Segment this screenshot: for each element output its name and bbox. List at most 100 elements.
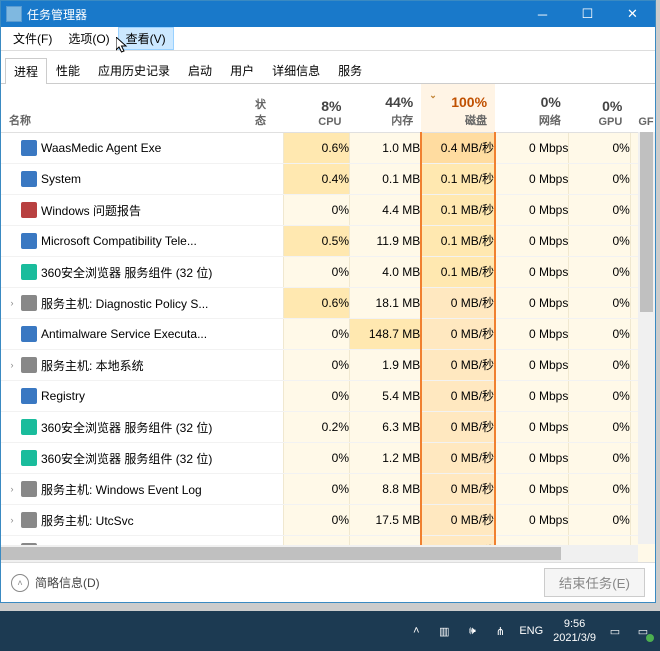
minimize-button[interactable]: ─ — [520, 1, 565, 27]
disk-cell: 0.4 MB/秒 — [421, 133, 495, 164]
cpu-cell: 0% — [284, 443, 350, 474]
process-row[interactable]: WaasMedic Agent Exe0.6%1.0 MB0.4 MB/秒0 M… — [1, 133, 655, 164]
chevron-up-icon: ˄ — [11, 574, 29, 592]
net-cell: 0 Mbps — [495, 505, 569, 536]
fewer-details-button[interactable]: ˄ 简略信息(D) — [11, 574, 100, 592]
process-name: 服务主机: UtcSvc — [41, 512, 134, 529]
expand-icon[interactable]: › — [7, 360, 17, 370]
maximize-button[interactable]: ☐ — [565, 1, 610, 27]
battery-icon[interactable]: ▥ — [435, 622, 453, 640]
wifi-icon[interactable]: ⋔ — [491, 622, 509, 640]
menu-options[interactable]: 选项(O) — [60, 27, 117, 50]
process-row[interactable]: Windows 问题报告0%4.4 MB0.1 MB/秒0 Mbps0% — [1, 195, 655, 226]
process-icon — [21, 233, 37, 249]
cpu-cell: 0.6% — [284, 133, 350, 164]
process-icon — [21, 419, 37, 435]
col-header-memory[interactable]: 44%内存 — [350, 84, 422, 133]
process-row[interactable]: ›服务主机: Windows Event Log0%8.8 MB0 MB/秒0 … — [1, 474, 655, 505]
expand-icon[interactable]: › — [7, 484, 17, 494]
mem-cell: 0.1 MB — [350, 164, 422, 195]
disk-cell: 0 MB/秒 — [421, 443, 495, 474]
process-icon — [21, 202, 37, 218]
gpu-cell: 0% — [569, 412, 631, 443]
col-header-extra[interactable]: GF — [630, 84, 655, 133]
mem-cell: 148.7 MB — [350, 319, 422, 350]
tab-4[interactable]: 用户 — [221, 57, 263, 83]
process-icon — [21, 357, 37, 373]
tab-0[interactable]: 进程 — [5, 58, 47, 84]
tab-6[interactable]: 服务 — [329, 57, 371, 83]
tab-2[interactable]: 应用历史记录 — [89, 57, 179, 83]
gpu-cell: 0% — [569, 257, 631, 288]
cpu-cell: 0.4% — [284, 164, 350, 195]
process-row[interactable]: ›服务主机: UtcSvc0%17.5 MB0 MB/秒0 Mbps0% — [1, 505, 655, 536]
col-header-cpu[interactable]: 8%CPU — [284, 84, 350, 133]
close-button[interactable]: ✕ — [610, 1, 655, 27]
gpu-cell: 0% — [569, 350, 631, 381]
gpu-cell: 0% — [569, 195, 631, 226]
net-cell: 0 Mbps — [495, 133, 569, 164]
disk-cell: 0 MB/秒 — [421, 288, 495, 319]
col-header-name[interactable]: 名称 — [1, 84, 247, 133]
titlebar[interactable]: 任务管理器 ─ ☐ ✕ — [1, 1, 655, 27]
process-row[interactable]: Registry0%5.4 MB0 MB/秒0 Mbps0% — [1, 381, 655, 412]
process-row[interactable]: 360安全浏览器 服务组件 (32 位)0%4.0 MB0.1 MB/秒0 Mb… — [1, 257, 655, 288]
ime-indicator[interactable]: ENG — [519, 625, 543, 637]
scrollbar-thumb[interactable] — [640, 132, 653, 312]
notifications-icon[interactable]: ▭ — [606, 622, 624, 640]
process-row[interactable]: Microsoft Compatibility Tele...0.5%11.9 … — [1, 226, 655, 257]
process-row[interactable]: 360安全浏览器 服务组件 (32 位)0%1.2 MB0 MB/秒0 Mbps… — [1, 443, 655, 474]
disk-cell: 0.1 MB/秒 — [421, 226, 495, 257]
tab-3[interactable]: 启动 — [179, 57, 221, 83]
process-icon — [21, 171, 37, 187]
process-row[interactable]: ›服务主机: 本地系统0%1.9 MB0 MB/秒0 Mbps0% — [1, 350, 655, 381]
process-row[interactable]: Antimalware Service Executa...0%148.7 MB… — [1, 319, 655, 350]
process-row[interactable]: ›服务主机: Diagnostic Policy S...0.6%18.1 MB… — [1, 288, 655, 319]
process-name: 服务主机: Windows Event Log — [41, 481, 202, 498]
disk-cell: 0 MB/秒 — [421, 381, 495, 412]
process-icon — [21, 140, 37, 156]
process-row[interactable]: 360安全浏览器 服务组件 (32 位)0.2%6.3 MB0 MB/秒0 Mb… — [1, 412, 655, 443]
col-header-gpu[interactable]: 0%GPU — [569, 84, 631, 133]
gpu-cell: 0% — [569, 381, 631, 412]
action-center-icon[interactable]: ▭ — [634, 622, 652, 640]
scrollbar-thumb[interactable] — [1, 547, 561, 560]
net-cell: 0 Mbps — [495, 443, 569, 474]
taskbar[interactable]: ˄ ▥ 🕪 ⋔ ENG 9:56 2021/3/9 ▭ ▭ — [0, 611, 660, 651]
horizontal-scrollbar[interactable] — [1, 545, 638, 562]
disk-cell: 0.1 MB/秒 — [421, 195, 495, 226]
mem-cell: 1.2 MB — [350, 443, 422, 474]
mem-cell: 1.9 MB — [350, 350, 422, 381]
expand-icon[interactable]: › — [7, 515, 17, 525]
end-task-button[interactable]: 结束任务(E) — [544, 568, 645, 597]
cpu-cell: 0.2% — [284, 412, 350, 443]
cpu-cell: 0% — [284, 195, 350, 226]
col-header-status[interactable]: 状态 — [247, 84, 284, 133]
sort-desc-icon: ⌄ — [429, 90, 437, 101]
menu-file[interactable]: 文件(F) — [5, 27, 60, 50]
net-cell: 0 Mbps — [495, 288, 569, 319]
process-name: 360安全浏览器 服务组件 (32 位) — [41, 450, 212, 467]
tray-chevron-icon[interactable]: ˄ — [407, 622, 425, 640]
menu-view[interactable]: 查看(V) — [118, 27, 174, 50]
process-icon — [21, 326, 37, 342]
net-cell: 0 Mbps — [495, 381, 569, 412]
tab-1[interactable]: 性能 — [47, 57, 89, 83]
task-manager-window: 任务管理器 ─ ☐ ✕ 文件(F) 选项(O) 查看(V) 进程性能应用历史记录… — [0, 0, 656, 603]
process-row[interactable]: System0.4%0.1 MB0.1 MB/秒0 Mbps0% — [1, 164, 655, 195]
gpu-cell: 0% — [569, 443, 631, 474]
app-icon — [6, 6, 22, 22]
clock[interactable]: 9:56 2021/3/9 — [553, 617, 596, 646]
vertical-scrollbar[interactable] — [638, 132, 655, 544]
gpu-cell: 0% — [569, 288, 631, 319]
process-name: Microsoft Compatibility Tele... — [41, 234, 197, 248]
col-header-network[interactable]: 0%网络 — [495, 84, 569, 133]
net-cell: 0 Mbps — [495, 474, 569, 505]
net-cell: 0 Mbps — [495, 350, 569, 381]
col-header-disk[interactable]: ⌄100%磁盘 — [421, 84, 495, 133]
tab-5[interactable]: 详细信息 — [263, 57, 329, 83]
disk-cell: 0.1 MB/秒 — [421, 257, 495, 288]
expand-icon[interactable]: › — [7, 298, 17, 308]
volume-icon[interactable]: 🕪 — [463, 622, 481, 640]
process-icon — [21, 481, 37, 497]
